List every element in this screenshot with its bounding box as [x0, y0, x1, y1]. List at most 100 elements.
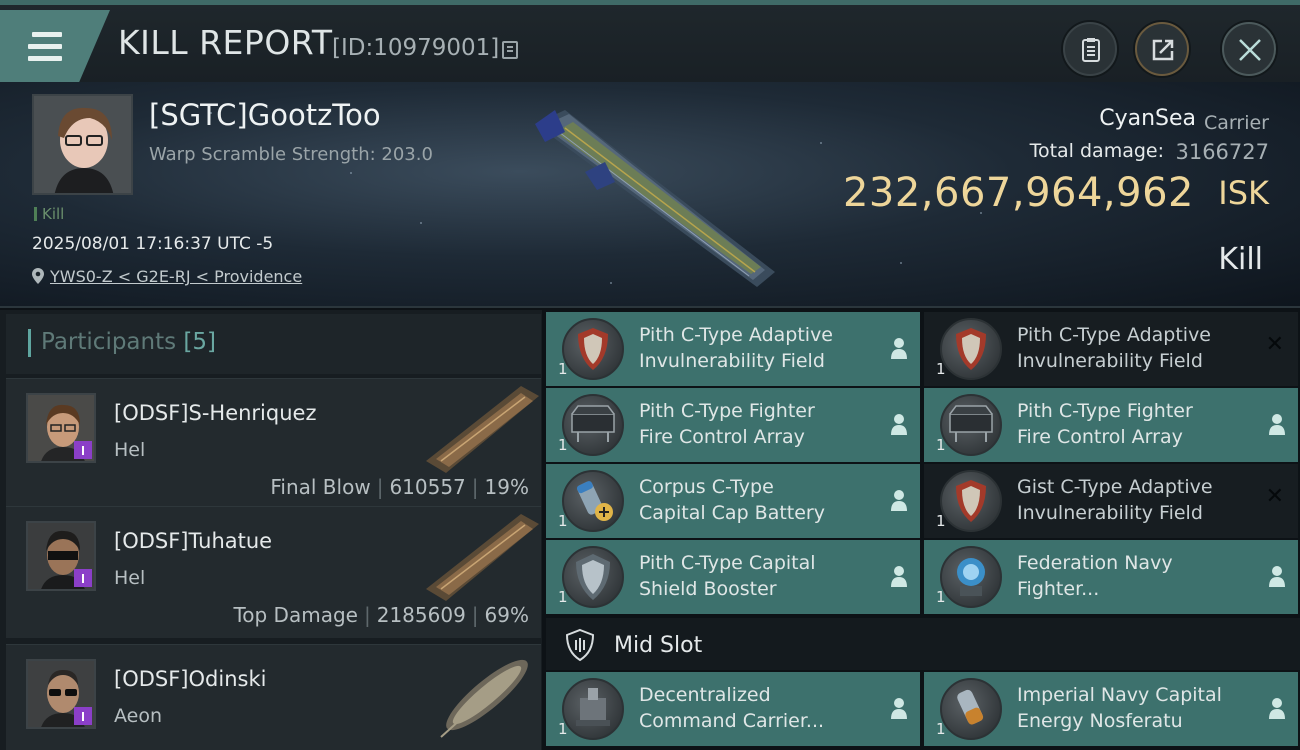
kill-id: [ID:10979001]	[332, 35, 500, 61]
kill-label: Kill	[1218, 242, 1263, 277]
fire-control-array-icon	[940, 394, 1002, 456]
victim-portrait[interactable]	[32, 94, 133, 195]
kill-datetime: 2025/08/01 17:16:37 UTC -5	[32, 234, 274, 254]
person-icon	[891, 414, 907, 435]
participants-panel: Participants [5] [ODSF]S-Henriquez Hel F…	[0, 310, 542, 750]
victim-ship-image[interactable]	[525, 102, 785, 292]
participant-ship-image	[426, 514, 539, 601]
participant-ship-image	[426, 386, 539, 473]
item-qty: 1	[936, 436, 946, 454]
person-icon	[1269, 414, 1285, 435]
page-title: KILL REPORT	[118, 23, 333, 62]
avatar	[26, 659, 96, 729]
person-icon	[1269, 566, 1285, 587]
menu-button[interactable]	[0, 10, 110, 82]
faction-badge-icon	[74, 441, 92, 459]
participants-label: Participants [5]	[41, 329, 217, 355]
item-row[interactable]: 1 Pith C-Type Adaptive Invulnerability Fi…	[924, 312, 1298, 386]
participant-ship: Aeon	[114, 705, 163, 727]
item-name: Corpus C-Type Capital Cap Battery	[639, 476, 825, 524]
cap-battery-icon	[562, 470, 624, 532]
item-row[interactable]: 1 Gist C-Type Adaptive Invulnerability Fi…	[924, 464, 1298, 538]
item-name: Gist C-Type Adaptive Invulnerability Fiel…	[1017, 476, 1213, 524]
isk-unit: ISK	[1218, 174, 1269, 212]
participant-name: [ODSF]S-Henriquez	[114, 401, 317, 425]
fighter-icon	[940, 546, 1002, 608]
participant-name: [ODSF]Tuhatue	[114, 529, 273, 553]
item-row[interactable]: 1 Decentralized Command Carrier...	[546, 672, 920, 746]
command-burst-icon	[562, 678, 624, 740]
item-name: Pith C-Type Fighter Fire Control Array	[1017, 400, 1193, 448]
destroyed-x-icon: ✕	[1265, 332, 1284, 357]
close-icon	[1239, 39, 1261, 61]
clipboard-icon	[1082, 38, 1100, 62]
nosferatu-icon	[940, 678, 1002, 740]
participant-stats: Top Damage | 2185609 | 69%	[233, 603, 529, 627]
item-row[interactable]: 1 Federation Navy Fighter...	[924, 540, 1298, 614]
hamburger-icon	[28, 32, 62, 62]
item-name: Imperial Navy Capital Energy Nosferatu	[1017, 684, 1222, 732]
person-icon	[891, 338, 907, 359]
isk-value: 232,667,964,962	[842, 170, 1194, 216]
victim-banner: [SGTC]GootzToo Warp Scramble Strength: 2…	[0, 82, 1300, 308]
fire-control-array-icon	[562, 394, 624, 456]
item-qty: 1	[558, 588, 568, 606]
item-qty: 1	[558, 360, 568, 378]
victim-ship-class: Carrier	[1204, 112, 1269, 134]
mid-slot-label: Mid Slot	[614, 633, 703, 658]
item-name: Pith C-Type Adaptive Invulnerability Fiel…	[1017, 324, 1211, 372]
participants-header[interactable]: Participants [5]	[6, 314, 541, 374]
item-qty: 1	[558, 512, 568, 530]
participant-card[interactable]: [ODSF]Odinski Aeon	[6, 644, 541, 750]
participant-ship-image	[440, 659, 528, 738]
item-row[interactable]: 1 Pith C-Type Fighter Fire Control Array	[924, 388, 1298, 462]
victim-corp: CyanSea	[1099, 106, 1196, 131]
share-button[interactable]	[1135, 22, 1189, 76]
item-row[interactable]: 1 Corpus C-Type Capital Cap Battery	[546, 464, 920, 538]
top-bar: KILL REPORT [ID:10979001]	[0, 0, 1300, 82]
destroyed-x-icon: ✕	[1265, 484, 1284, 509]
item-row[interactable]: 1 Pith C-Type Capital Shield Booster	[546, 540, 920, 614]
location-text: YWS0-Z < G2E-RJ < Providence	[50, 267, 303, 286]
person-icon	[891, 490, 907, 511]
person-icon	[1269, 698, 1285, 719]
shield-slot-icon	[565, 628, 595, 662]
dropped-items-panel: 1 Pith C-Type Adaptive Invulnerability Fi…	[546, 310, 1300, 750]
shield-module-icon	[940, 318, 1002, 380]
item-row[interactable]: 1 Pith C-Type Adaptive Invulnerability Fi…	[546, 312, 920, 386]
victim-name: [SGTC]GootzToo	[149, 98, 381, 132]
item-name: Pith C-Type Capital Shield Booster	[639, 552, 816, 600]
person-icon	[891, 566, 907, 587]
avatar	[26, 521, 96, 591]
participant-name: [ODSF]Odinski	[114, 667, 267, 691]
copy-icon[interactable]	[502, 41, 518, 59]
faction-badge-icon	[74, 707, 92, 725]
mid-slot-header: Mid Slot	[546, 618, 1300, 670]
item-row[interactable]: 1 Imperial Navy Capital Energy Nosferatu	[924, 672, 1298, 746]
shield-module-icon	[940, 470, 1002, 532]
item-qty: 1	[936, 360, 946, 378]
item-qty: 1	[936, 588, 946, 606]
kill-location-link[interactable]: YWS0-Z < G2E-RJ < Providence	[32, 267, 302, 286]
participant-stats: Final Blow | 610557 | 19%	[270, 475, 529, 499]
clipboard-button[interactable]	[1063, 22, 1117, 76]
item-row[interactable]: 1 Pith C-Type Fighter Fire Control Array	[546, 388, 920, 462]
item-name: Pith C-Type Adaptive Invulnerability Fiel…	[639, 324, 833, 372]
item-qty: 1	[936, 720, 946, 738]
participant-card[interactable]: [ODSF]Tuhatue Hel Top Damage | 2185609 | 69%	[6, 506, 541, 638]
participant-card[interactable]: [ODSF]S-Henriquez Hel Final Blow | 610557 |…	[6, 378, 541, 510]
map-pin-icon	[32, 268, 44, 284]
close-button[interactable]	[1222, 22, 1276, 76]
avatar	[26, 393, 96, 463]
item-name: Decentralized Command Carrier...	[639, 684, 825, 732]
person-icon	[891, 698, 907, 719]
item-qty: 1	[558, 720, 568, 738]
total-damage-value: 3166727	[1175, 140, 1269, 164]
warp-scramble-strength: Warp Scramble Strength: 203.0	[149, 144, 433, 165]
item-qty: 1	[936, 512, 946, 530]
item-qty: 1	[558, 436, 568, 454]
kill-tag: Kill	[34, 205, 64, 223]
participant-ship: Hel	[114, 439, 146, 461]
item-name: Federation Navy Fighter...	[1017, 552, 1173, 600]
shield-module-icon	[562, 318, 624, 380]
